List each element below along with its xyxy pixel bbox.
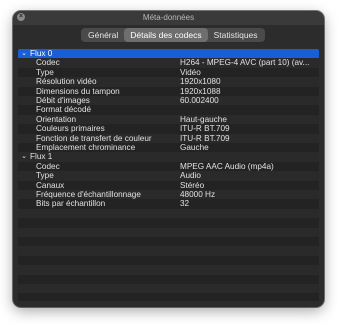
table-row[interactable]: Débit d'images 60.002400 [18, 96, 319, 106]
stream-header[interactable]: ⌄ Flux 1 [18, 152, 319, 162]
empty-row [18, 265, 319, 275]
tab-statistics[interactable]: Statistiques [208, 28, 264, 42]
table-row[interactable]: Couleurs primaires ITU-R BT.709 [18, 124, 319, 134]
empty-row [18, 246, 319, 256]
tab-general[interactable]: Général [82, 28, 124, 42]
property-key: Canaux [36, 180, 65, 190]
property-key: Bits par échantillon [36, 199, 106, 209]
empty-row [18, 293, 319, 301]
empty-row [18, 284, 319, 294]
table-row[interactable]: Résolution vidéo 1920x1080 [18, 77, 319, 87]
property-value: 60.002400 [180, 96, 219, 105]
stream-label: Flux 1 [30, 152, 53, 162]
chevron-down-icon[interactable]: ⌄ [20, 49, 28, 58]
property-key: Codec [36, 161, 60, 171]
table-row[interactable]: Orientation Haut-gauche [18, 114, 319, 125]
empty-row [18, 208, 319, 219]
table-row[interactable]: Dimensions du tampon 1920x1088 [18, 86, 319, 96]
tab-bar: Général Détails des codecs Statistiques [13, 25, 324, 45]
chevron-down-icon[interactable]: ⌄ [20, 152, 28, 161]
table-row[interactable]: Type Audio [18, 171, 319, 181]
property-value: Haut-gauche [180, 114, 227, 124]
table-row[interactable]: Format décodé [18, 105, 319, 115]
segmented-tabs: Général Détails des codecs Statistiques [81, 28, 265, 42]
property-key: Format décodé [36, 105, 92, 115]
property-key: Type [36, 67, 54, 77]
table-row[interactable]: Emplacement chrominance Gauche [18, 143, 319, 153]
table-row[interactable]: Fréquence d'échantillonnage 48000 Hz [18, 190, 319, 200]
empty-row [18, 274, 319, 284]
property-value: ITU-R BT.709 [180, 124, 230, 134]
table-row[interactable]: Codec H264 - MPEG-4 AVC (part 10) (av... [18, 58, 319, 68]
property-key: Type [36, 171, 54, 181]
property-key: Débit d'images [36, 96, 90, 105]
metadata-window: × Méta-données Général Détails des codec… [13, 11, 324, 307]
property-value: 1920x1088 [180, 86, 221, 96]
empty-row [18, 255, 319, 266]
property-value: MPEG AAC Audio (mp4a) [180, 161, 274, 171]
property-key: Fonction de transfert de couleur [36, 133, 152, 143]
empty-row [18, 218, 319, 228]
empty-row [18, 227, 319, 237]
property-value: 32 [180, 199, 190, 209]
table-row[interactable]: Fonction de transfert de couleur ITU-R BT… [18, 133, 319, 143]
tab-codec-details[interactable]: Détails des codecs [124, 28, 208, 42]
stream-header[interactable]: ⌄ Flux 0 [18, 49, 319, 59]
property-key: Orientation [36, 114, 77, 124]
property-value: Gauche [180, 143, 209, 152]
stream-label: Flux 0 [30, 49, 53, 58]
property-key: Résolution vidéo [36, 77, 97, 87]
property-value: 1920x1080 [180, 77, 221, 87]
property-key: Codec [36, 58, 60, 68]
property-key: Fréquence d'échantillonnage [36, 190, 141, 199]
property-key: Dimensions du tampon [36, 86, 120, 96]
property-value: H264 - MPEG-4 AVC (part 10) (av... [180, 58, 310, 68]
table-row[interactable]: Canaux Stéréo [18, 180, 319, 190]
property-key: Emplacement chrominance [36, 143, 136, 152]
empty-row [18, 237, 319, 247]
property-key: Couleurs primaires [36, 124, 105, 134]
property-value: 48000 Hz [180, 190, 216, 199]
property-value: ITU-R BT.709 [180, 133, 230, 143]
property-value: Stéréo [180, 180, 205, 190]
table-row[interactable]: Bits par échantillon 32 [18, 199, 319, 209]
table-row[interactable]: Codec MPEG AAC Audio (mp4a) [18, 161, 319, 172]
table-row[interactable]: Type Vidéo [18, 67, 319, 78]
codec-details-tree[interactable]: ⌄ Flux 0 Codec H264 - MPEG-4 AVC (part 10) … [18, 49, 319, 301]
title-bar: × Méta-données [13, 11, 324, 25]
window-title: Méta-données [142, 13, 195, 22]
property-value: Vidéo [180, 67, 201, 77]
property-value: Audio [180, 171, 201, 181]
